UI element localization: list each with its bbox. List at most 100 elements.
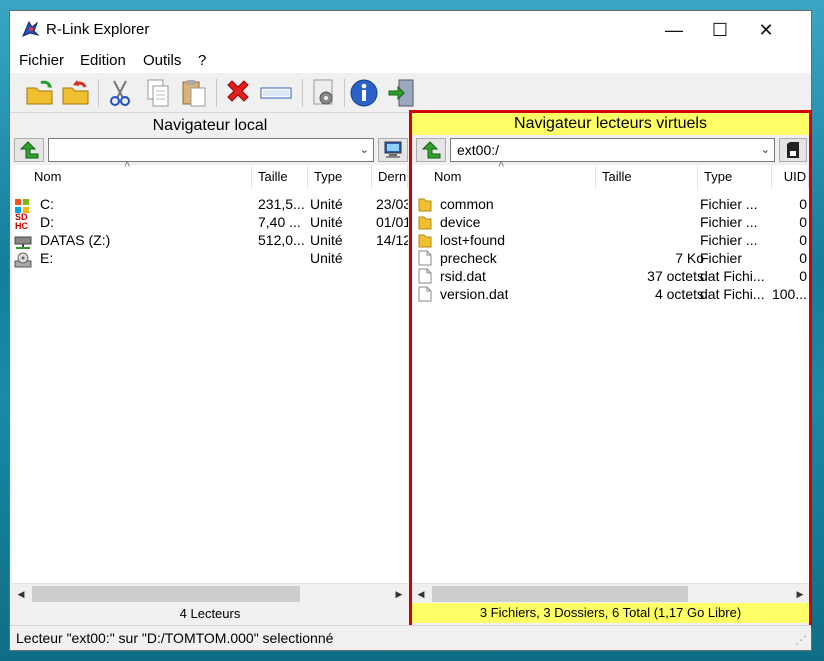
row-type: Unité (310, 196, 343, 212)
local-col-type[interactable]: Type (308, 165, 372, 189)
scroll-thumb[interactable] (432, 586, 688, 602)
row-name: device (440, 214, 481, 230)
virtual-col-nom[interactable]: Nom (428, 165, 596, 189)
virtual-horizontal-scrollbar[interactable]: ◀ ▶ (412, 583, 809, 603)
sort-caret-icon: ˄ (124, 159, 131, 171)
copy-icon (147, 79, 169, 107)
info-button[interactable] (348, 77, 380, 109)
scroll-right-icon[interactable]: ▶ (390, 584, 408, 604)
list-item[interactable]: DATAS (Z:) 512,0... Unité 14/12 (12, 231, 408, 250)
app-logo-icon (22, 20, 40, 37)
exit-door-icon (388, 79, 414, 107)
row-size: 512,0... (258, 232, 305, 248)
menu-help[interactable]: ? (198, 52, 206, 69)
delete-x-icon (227, 80, 249, 102)
row-size: 37 octets (647, 268, 704, 284)
up-arrow-icon (19, 141, 39, 159)
virtual-col-uid[interactable]: UID (772, 165, 809, 189)
open-folder-icon (26, 80, 53, 105)
row-type: dat Fichi... (700, 268, 765, 284)
menu-outils[interactable]: Outils (143, 52, 181, 69)
scroll-right-icon[interactable]: ▶ (791, 584, 809, 604)
row-uid: 0 (799, 268, 807, 284)
local-col-taille[interactable]: Taille (252, 165, 308, 189)
folder-up-button[interactable] (60, 77, 92, 109)
toolbar-separator (98, 79, 99, 107)
virtual-path-value: ext00:/ (457, 142, 500, 158)
title-bar: R-Link Explorer — ☐ ✕ (10, 11, 811, 49)
properties-button[interactable] (308, 77, 340, 109)
row-name: common (440, 196, 494, 212)
paste-icon (182, 80, 206, 107)
row-name: C: (40, 196, 54, 212)
virtual-sd-button[interactable] (779, 138, 807, 162)
local-computer-button[interactable] (378, 138, 408, 162)
local-up-button[interactable] (14, 138, 44, 162)
list-item[interactable]: device Fichier ... 0 (412, 213, 809, 231)
row-uid: 0 (799, 214, 807, 230)
folder-back-icon (62, 80, 89, 105)
list-item[interactable]: rsid.dat 37 octets dat Fichi... 0 (412, 267, 809, 285)
sd-card-icon (787, 142, 799, 158)
local-column-header: Nom Taille Type Derniè ˄ (12, 159, 408, 189)
virtual-col-taille[interactable]: Taille (596, 165, 698, 189)
list-item[interactable]: SD HC D: 7,40 ... Unité 01/01 (12, 213, 408, 231)
rename-button[interactable] (260, 77, 292, 109)
row-type: Unité (310, 214, 343, 230)
local-horizontal-scrollbar[interactable]: ◀ ▶ (12, 583, 408, 603)
virtual-up-button[interactable] (416, 138, 446, 162)
row-type: Fichier (700, 250, 743, 266)
cut-button[interactable] (104, 77, 136, 109)
local-col-date[interactable]: Derniè (372, 165, 408, 189)
sd-card-icon: SD HC (15, 213, 28, 231)
delete-button[interactable] (222, 77, 254, 109)
list-item[interactable]: version.dat 4 octets dat Fichi... 100... (412, 285, 809, 303)
file-icon (418, 286, 432, 306)
row-name: version.dat (440, 286, 509, 302)
local-path-combo[interactable]: ⌄ (48, 138, 374, 162)
computer-icon (384, 141, 402, 158)
virtual-status: 3 Fichiers, 3 Dossiers, 6 Total (1,17 Go… (412, 603, 809, 623)
scroll-left-icon[interactable]: ◀ (412, 584, 430, 604)
toolbar-separator (302, 79, 303, 107)
row-name: rsid.dat (440, 268, 486, 284)
list-item[interactable]: C: 231,5... Unité 23/03 (12, 195, 408, 214)
list-item[interactable]: precheck 7 Ko Fichier 0 (412, 249, 809, 267)
row-date: 23/03 (376, 196, 408, 212)
minimize-button[interactable]: — (651, 11, 697, 49)
row-size: 7,40 ... (258, 214, 301, 230)
exit-button[interactable] (386, 77, 418, 109)
local-file-list: C: 231,5... Unité 23/03 SD HC D: 7,40 ...… (12, 189, 408, 585)
open-folder-button[interactable] (24, 77, 56, 109)
menu-bar: Fichier Edition Outils ? (10, 49, 811, 73)
scroll-left-icon[interactable]: ◀ (12, 584, 30, 604)
list-item[interactable]: E: Unité (12, 249, 408, 268)
local-col-nom[interactable]: Nom (28, 165, 252, 189)
rename-field-icon (260, 87, 292, 99)
row-uid: 0 (799, 232, 807, 248)
close-button[interactable]: ✕ (743, 11, 789, 49)
row-uid: 0 (799, 250, 807, 266)
menu-edition[interactable]: Edition (80, 52, 126, 69)
menu-fichier[interactable]: Fichier (19, 52, 64, 69)
list-item[interactable]: lost+found Fichier ... 0 (412, 231, 809, 249)
row-name: lost+found (440, 232, 505, 248)
scroll-thumb[interactable] (32, 586, 300, 602)
row-name: D: (40, 214, 54, 230)
virtual-file-list: common Fichier ... 0 device Fichier ... 0 lost… (412, 189, 809, 583)
close-icon: ✕ (758, 19, 774, 40)
row-type: Fichier ... (700, 196, 758, 212)
virtual-panel-title: Navigateur lecteurs virtuels (412, 113, 809, 135)
copy-button[interactable] (142, 77, 174, 109)
resize-grip-icon[interactable]: ⋰ (795, 628, 807, 652)
maximize-button[interactable]: ☐ (697, 11, 743, 49)
row-type: Unité (310, 250, 343, 266)
paste-button[interactable] (178, 77, 210, 109)
row-name: DATAS (Z:) (40, 232, 111, 248)
virtual-col-type[interactable]: Type (698, 165, 772, 189)
status-bar: Lecteur "ext00:" sur "D:/TOMTOM.000" sel… (10, 625, 811, 650)
minimize-icon: — (665, 19, 683, 40)
list-item[interactable]: common Fichier ... 0 (412, 195, 809, 213)
app-window: R-Link Explorer — ☐ ✕ Fichier Edition Ou… (9, 10, 812, 651)
info-icon (350, 79, 378, 107)
